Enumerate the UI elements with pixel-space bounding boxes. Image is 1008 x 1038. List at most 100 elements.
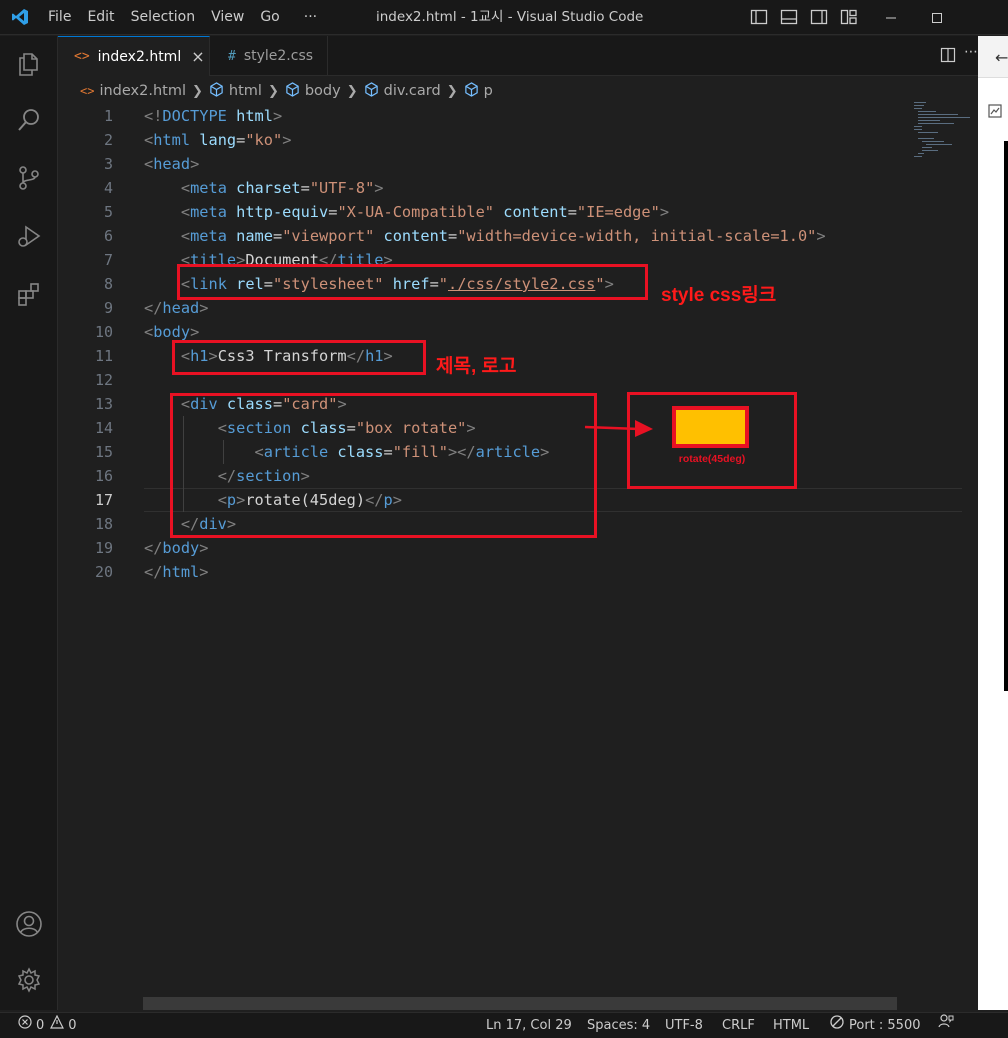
editor-tabs: <> index2.html × # style2.css ⋯: [58, 36, 978, 76]
html-file-icon: <>: [74, 49, 90, 64]
live-server-button[interactable]: Port : 5500: [830, 1013, 921, 1038]
symbol-element-icon: [285, 81, 300, 101]
menu-view[interactable]: View: [203, 0, 252, 35]
activity-bar: [0, 36, 58, 1010]
line-number: 7: [103, 251, 113, 269]
line-number: 15: [94, 443, 113, 461]
back-arrow-icon[interactable]: ←: [995, 48, 1008, 67]
preview-fill: [672, 406, 749, 448]
html-file-icon: <>: [80, 84, 95, 98]
code-line-5: <meta http-equiv="X-UA-Compatible" conte…: [180, 203, 670, 221]
code-line-1: <!DOCTYPE html>: [144, 107, 283, 125]
line-number: 18: [94, 515, 113, 533]
cursor-position[interactable]: Ln 17, Col 29: [486, 1013, 572, 1038]
tab-label: index2.html: [97, 48, 182, 65]
line-number: 11: [94, 347, 113, 365]
breadcrumb-body[interactable]: body: [285, 81, 341, 101]
annotation-box-title: [172, 340, 426, 375]
line-number: 1: [103, 107, 113, 125]
explorer-icon[interactable]: [0, 40, 58, 88]
title-bar: File Edit Selection View Go ··· index2.h…: [0, 0, 1008, 35]
line-number: 12: [94, 371, 113, 389]
line-number: 9: [103, 299, 113, 317]
chevron-right-icon: ❯: [267, 83, 279, 99]
layout-controls: [750, 8, 858, 30]
breadcrumb-html[interactable]: html: [209, 81, 262, 101]
toggle-secondary-sidebar-icon[interactable]: [810, 8, 828, 30]
annotation-box-card: [170, 393, 597, 538]
menu-more-button[interactable]: ···: [296, 0, 325, 35]
run-debug-icon[interactable]: [0, 212, 58, 260]
breadcrumb-p[interactable]: p: [464, 81, 493, 101]
horizontal-scrollbar[interactable]: [143, 997, 897, 1010]
maximize-button[interactable]: [914, 0, 960, 35]
line-number: 13: [94, 395, 113, 413]
image-icon: [988, 104, 1002, 122]
code-line-2: <html lang="ko">: [144, 131, 292, 149]
error-count: 0: [36, 1018, 45, 1033]
menu-go[interactable]: Go: [252, 0, 287, 35]
warning-icon: [50, 1013, 65, 1038]
symbol-element-icon: [364, 81, 379, 101]
css-file-icon: #: [228, 48, 236, 64]
line-number: 19: [94, 539, 113, 557]
line-number: 10: [94, 323, 113, 341]
code-line-6: <meta name="viewport" content="width=dev…: [180, 227, 826, 245]
window-edge: [1004, 141, 1008, 691]
annotation-label-link: style css링크: [661, 285, 777, 306]
adjacent-window: ←: [978, 36, 1008, 1010]
split-editor-icon[interactable]: [940, 47, 956, 67]
manage-gear-icon[interactable]: [0, 956, 58, 1004]
language-mode[interactable]: HTML: [773, 1013, 809, 1038]
indentation[interactable]: Spaces: 4: [587, 1013, 650, 1038]
line-number: 14: [94, 419, 113, 437]
breadcrumb-div-card[interactable]: div.card: [364, 81, 441, 101]
toggle-primary-sidebar-icon[interactable]: [750, 8, 768, 30]
problems-indicator[interactable]: 0 0: [18, 1013, 77, 1038]
code-line-4: <meta charset="UTF-8">: [180, 179, 384, 197]
window-title: index2.html - 1교시 - Visual Studio Code: [376, 9, 644, 25]
code-editor[interactable]: 1 2 3 4 5 6 7 8 9 10 11 12 13 14 15 16 1…: [58, 104, 978, 1010]
search-icon[interactable]: [0, 96, 58, 144]
line-number: 6: [103, 227, 113, 245]
minimize-button[interactable]: [868, 0, 914, 35]
close-tab-icon[interactable]: ×: [191, 47, 204, 66]
vscode-logo-icon: [0, 0, 40, 35]
customize-layout-icon[interactable]: [840, 8, 858, 30]
tab-label: style2.css: [243, 48, 314, 64]
menu-selection[interactable]: Selection: [123, 0, 204, 35]
accounts-icon[interactable]: [0, 900, 58, 948]
tab-index2-html[interactable]: <> index2.html ×: [58, 36, 210, 76]
line-number: 16: [94, 467, 113, 485]
chevron-right-icon: ❯: [192, 83, 203, 99]
source-control-icon[interactable]: [0, 154, 58, 202]
circle-slash-icon: [830, 1013, 844, 1038]
error-icon: [18, 1013, 32, 1038]
line-number: 8: [103, 275, 113, 293]
toggle-panel-icon[interactable]: [780, 8, 798, 30]
line-number: 3: [103, 155, 113, 173]
code-line-3: <head>: [144, 155, 200, 173]
encoding[interactable]: UTF-8: [665, 1013, 703, 1038]
status-bar: 0 0 Ln 17, Col 29 Spaces: 4 UTF-8 CRLF H…: [0, 1012, 1008, 1038]
port-label: Port : 5500: [849, 1018, 921, 1033]
tab-style2-css[interactable]: # style2.css: [210, 36, 328, 76]
symbol-element-icon: [464, 81, 479, 101]
line-number-current: 17: [94, 491, 113, 509]
code-line-20: </html>: [144, 563, 209, 581]
breadcrumb-file[interactable]: <> index2.html: [80, 83, 186, 99]
symbol-element-icon: [209, 81, 224, 101]
chevron-right-icon: ❯: [346, 83, 358, 99]
menu-file[interactable]: File: [40, 0, 79, 35]
feedback-icon[interactable]: [938, 1013, 954, 1029]
menu-bar: File Edit Selection View Go ···: [40, 0, 325, 35]
line-number: 4: [103, 179, 113, 197]
menu-edit[interactable]: Edit: [79, 0, 122, 35]
end-of-line[interactable]: CRLF: [722, 1013, 755, 1038]
code-line-19: </body>: [144, 539, 209, 557]
preview-result-box: rotate(45deg): [627, 392, 797, 489]
preview-caption: rotate(45deg): [678, 453, 746, 465]
extensions-icon[interactable]: [0, 270, 58, 318]
more-actions-icon[interactable]: ⋯: [964, 44, 978, 60]
minimap[interactable]: [904, 100, 976, 160]
